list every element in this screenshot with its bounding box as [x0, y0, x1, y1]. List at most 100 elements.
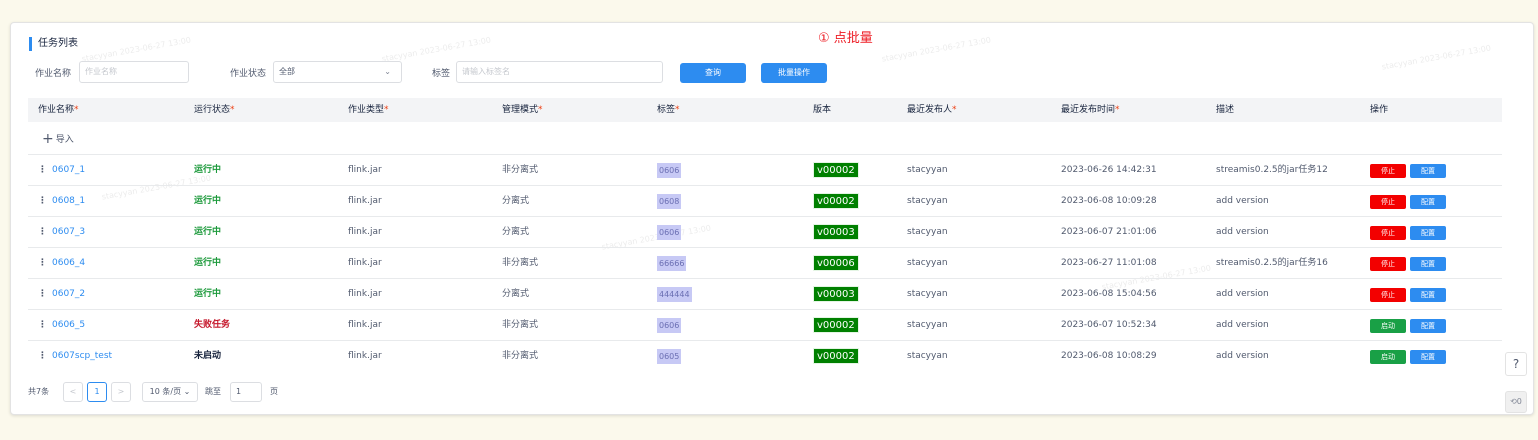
job-name-link[interactable]: 0607_2 — [52, 289, 85, 299]
side-tool-button[interactable]: ⟲0 — [1505, 391, 1527, 413]
description: add version — [1216, 227, 1269, 237]
description: streamis0.2.5的jar任务16 — [1216, 258, 1328, 268]
job-type: flink.jar — [348, 289, 382, 299]
import-button[interactable]: + 导入 — [42, 131, 74, 148]
version-badge[interactable]: v00002 — [813, 193, 859, 209]
job-name-link[interactable]: 0607_1 — [52, 165, 85, 175]
job-name-link[interactable]: 0606_4 — [52, 258, 85, 268]
job-type: flink.jar — [348, 258, 382, 268]
col-description: 描述 — [1216, 105, 1235, 115]
publish-time: 2023-06-08 10:09:28 — [1061, 196, 1157, 206]
description: add version — [1216, 351, 1269, 361]
job-status-select[interactable]: 全部 ⌄ — [273, 61, 402, 83]
job-name-link[interactable]: 0608_1 — [52, 196, 85, 206]
goto-label: 跳至 — [205, 387, 221, 396]
annotation-click-batch: ① 点批量 — [818, 31, 873, 46]
goto-page-input[interactable]: 1 — [230, 382, 262, 402]
config-button[interactable]: 配置 — [1410, 226, 1446, 240]
description: add version — [1216, 289, 1269, 299]
help-button[interactable]: ? — [1505, 352, 1527, 376]
config-button[interactable]: 配置 — [1410, 164, 1446, 178]
stop-button[interactable]: 停止 — [1370, 288, 1406, 302]
col-publish-time: 最近发布时间* — [1061, 105, 1120, 115]
drag-handle-icon[interactable]: ⋮ — [38, 320, 47, 330]
config-button[interactable]: 配置 — [1410, 195, 1446, 209]
page-size-select[interactable]: 10 条/页 ⌄ — [142, 382, 198, 402]
config-button[interactable]: 配置 — [1410, 288, 1446, 302]
job-name-cell: ⋮ 0607_3 — [38, 217, 85, 247]
job-name-link[interactable]: 0606_5 — [52, 320, 85, 330]
config-button[interactable]: 配置 — [1410, 350, 1446, 364]
drag-handle-icon[interactable]: ⋮ — [38, 165, 47, 175]
version-badge[interactable]: v00002 — [813, 162, 859, 178]
query-button[interactable]: 查询 — [680, 63, 746, 83]
col-job-type: 作业类型* — [348, 105, 389, 115]
start-button[interactable]: 启动 — [1370, 350, 1406, 364]
col-version: 版本 — [813, 105, 832, 115]
publisher: stacyyan — [907, 227, 948, 237]
table-row: ⋮ 0607_3 运行中 flink.jar 分离式 0606 v00003 stacyyan… — [28, 216, 1502, 247]
run-status: 运行中 — [194, 227, 222, 237]
description: add version — [1216, 320, 1269, 330]
tag-chip: 0608 — [657, 194, 682, 209]
tag-chip: 0606 — [657, 163, 682, 178]
drag-handle-icon[interactable]: ⋮ — [38, 196, 47, 206]
version-badge[interactable]: v00006 — [813, 255, 859, 271]
description: add version — [1216, 196, 1269, 206]
table-row: ⋮ 0607scp_test 未启动 flink.jar 非分离式 0605 v00002 s… — [28, 340, 1502, 371]
job-name-cell: ⋮ 0606_4 — [38, 248, 85, 278]
publish-time: 2023-06-08 10:08:29 — [1061, 351, 1157, 361]
version-badge[interactable]: v00002 — [813, 348, 859, 364]
version-badge[interactable]: v00002 — [813, 317, 859, 333]
run-status: 运行中 — [194, 165, 222, 175]
job-name-link[interactable]: 0607scp_test — [52, 351, 112, 361]
manage-mode: 分离式 — [502, 227, 530, 237]
page-title: 任务列表 — [29, 37, 78, 51]
table-row: ⋮ 0606_5 失败任务 flink.jar 非分离式 0606 v00002 stacyy… — [28, 309, 1502, 340]
config-button[interactable]: 配置 — [1410, 257, 1446, 271]
job-name-cell: ⋮ 0607_1 — [38, 155, 85, 185]
tag-chip: 0606 — [657, 318, 682, 333]
drag-handle-icon[interactable]: ⋮ — [38, 227, 47, 237]
stop-button[interactable]: 停止 — [1370, 164, 1406, 178]
tag-input[interactable]: 请输入标签名 — [456, 61, 663, 83]
publisher: stacyyan — [907, 351, 948, 361]
job-name-input[interactable]: 作业名称 — [79, 61, 189, 83]
col-publisher: 最近发布人* — [907, 105, 957, 115]
job-type: flink.jar — [348, 196, 382, 206]
stop-button[interactable]: 停止 — [1370, 257, 1406, 271]
start-button[interactable]: 启动 — [1370, 319, 1406, 333]
stop-button[interactable]: 停止 — [1370, 195, 1406, 209]
manage-mode: 非分离式 — [502, 320, 539, 330]
job-name-cell: ⋮ 0608_1 — [38, 186, 85, 216]
col-manage-mode: 管理模式* — [502, 105, 543, 115]
publisher: stacyyan — [907, 258, 948, 268]
run-status: 运行中 — [194, 196, 222, 206]
drag-handle-icon[interactable]: ⋮ — [38, 258, 47, 268]
col-tag: 标签* — [657, 105, 680, 115]
job-name-link[interactable]: 0607_3 — [52, 227, 85, 237]
run-status: 运行中 — [194, 258, 222, 268]
publish-time: 2023-06-07 21:01:06 — [1061, 227, 1157, 237]
pagination-prev-button[interactable]: < — [63, 382, 83, 402]
table-row: ⋮ 0608_1 运行中 flink.jar 分离式 0608 v00002 stacyyan… — [28, 185, 1502, 216]
job-name-cell: ⋮ 0607scp_test — [38, 341, 112, 371]
batch-operation-button[interactable]: 批量操作 — [761, 63, 827, 83]
plus-icon: + — [42, 131, 54, 147]
tag-label: 标签 — [432, 69, 451, 79]
tag-chip: 66666 — [657, 256, 687, 271]
run-status: 失败任务 — [194, 320, 231, 330]
config-button[interactable]: 配置 — [1410, 319, 1446, 333]
chevron-down-icon: ⌄ — [384, 67, 391, 76]
version-badge[interactable]: v00003 — [813, 224, 859, 240]
manage-mode: 非分离式 — [502, 258, 539, 268]
drag-handle-icon[interactable]: ⋮ — [38, 351, 47, 361]
pagination-next-button[interactable]: > — [111, 382, 131, 402]
publisher: stacyyan — [907, 289, 948, 299]
tag-chip: 0606 — [657, 225, 682, 240]
version-badge[interactable]: v00003 — [813, 286, 859, 302]
run-status: 运行中 — [194, 289, 222, 299]
pagination-page-1[interactable]: 1 — [87, 382, 107, 402]
drag-handle-icon[interactable]: ⋮ — [38, 289, 47, 299]
stop-button[interactable]: 停止 — [1370, 226, 1406, 240]
